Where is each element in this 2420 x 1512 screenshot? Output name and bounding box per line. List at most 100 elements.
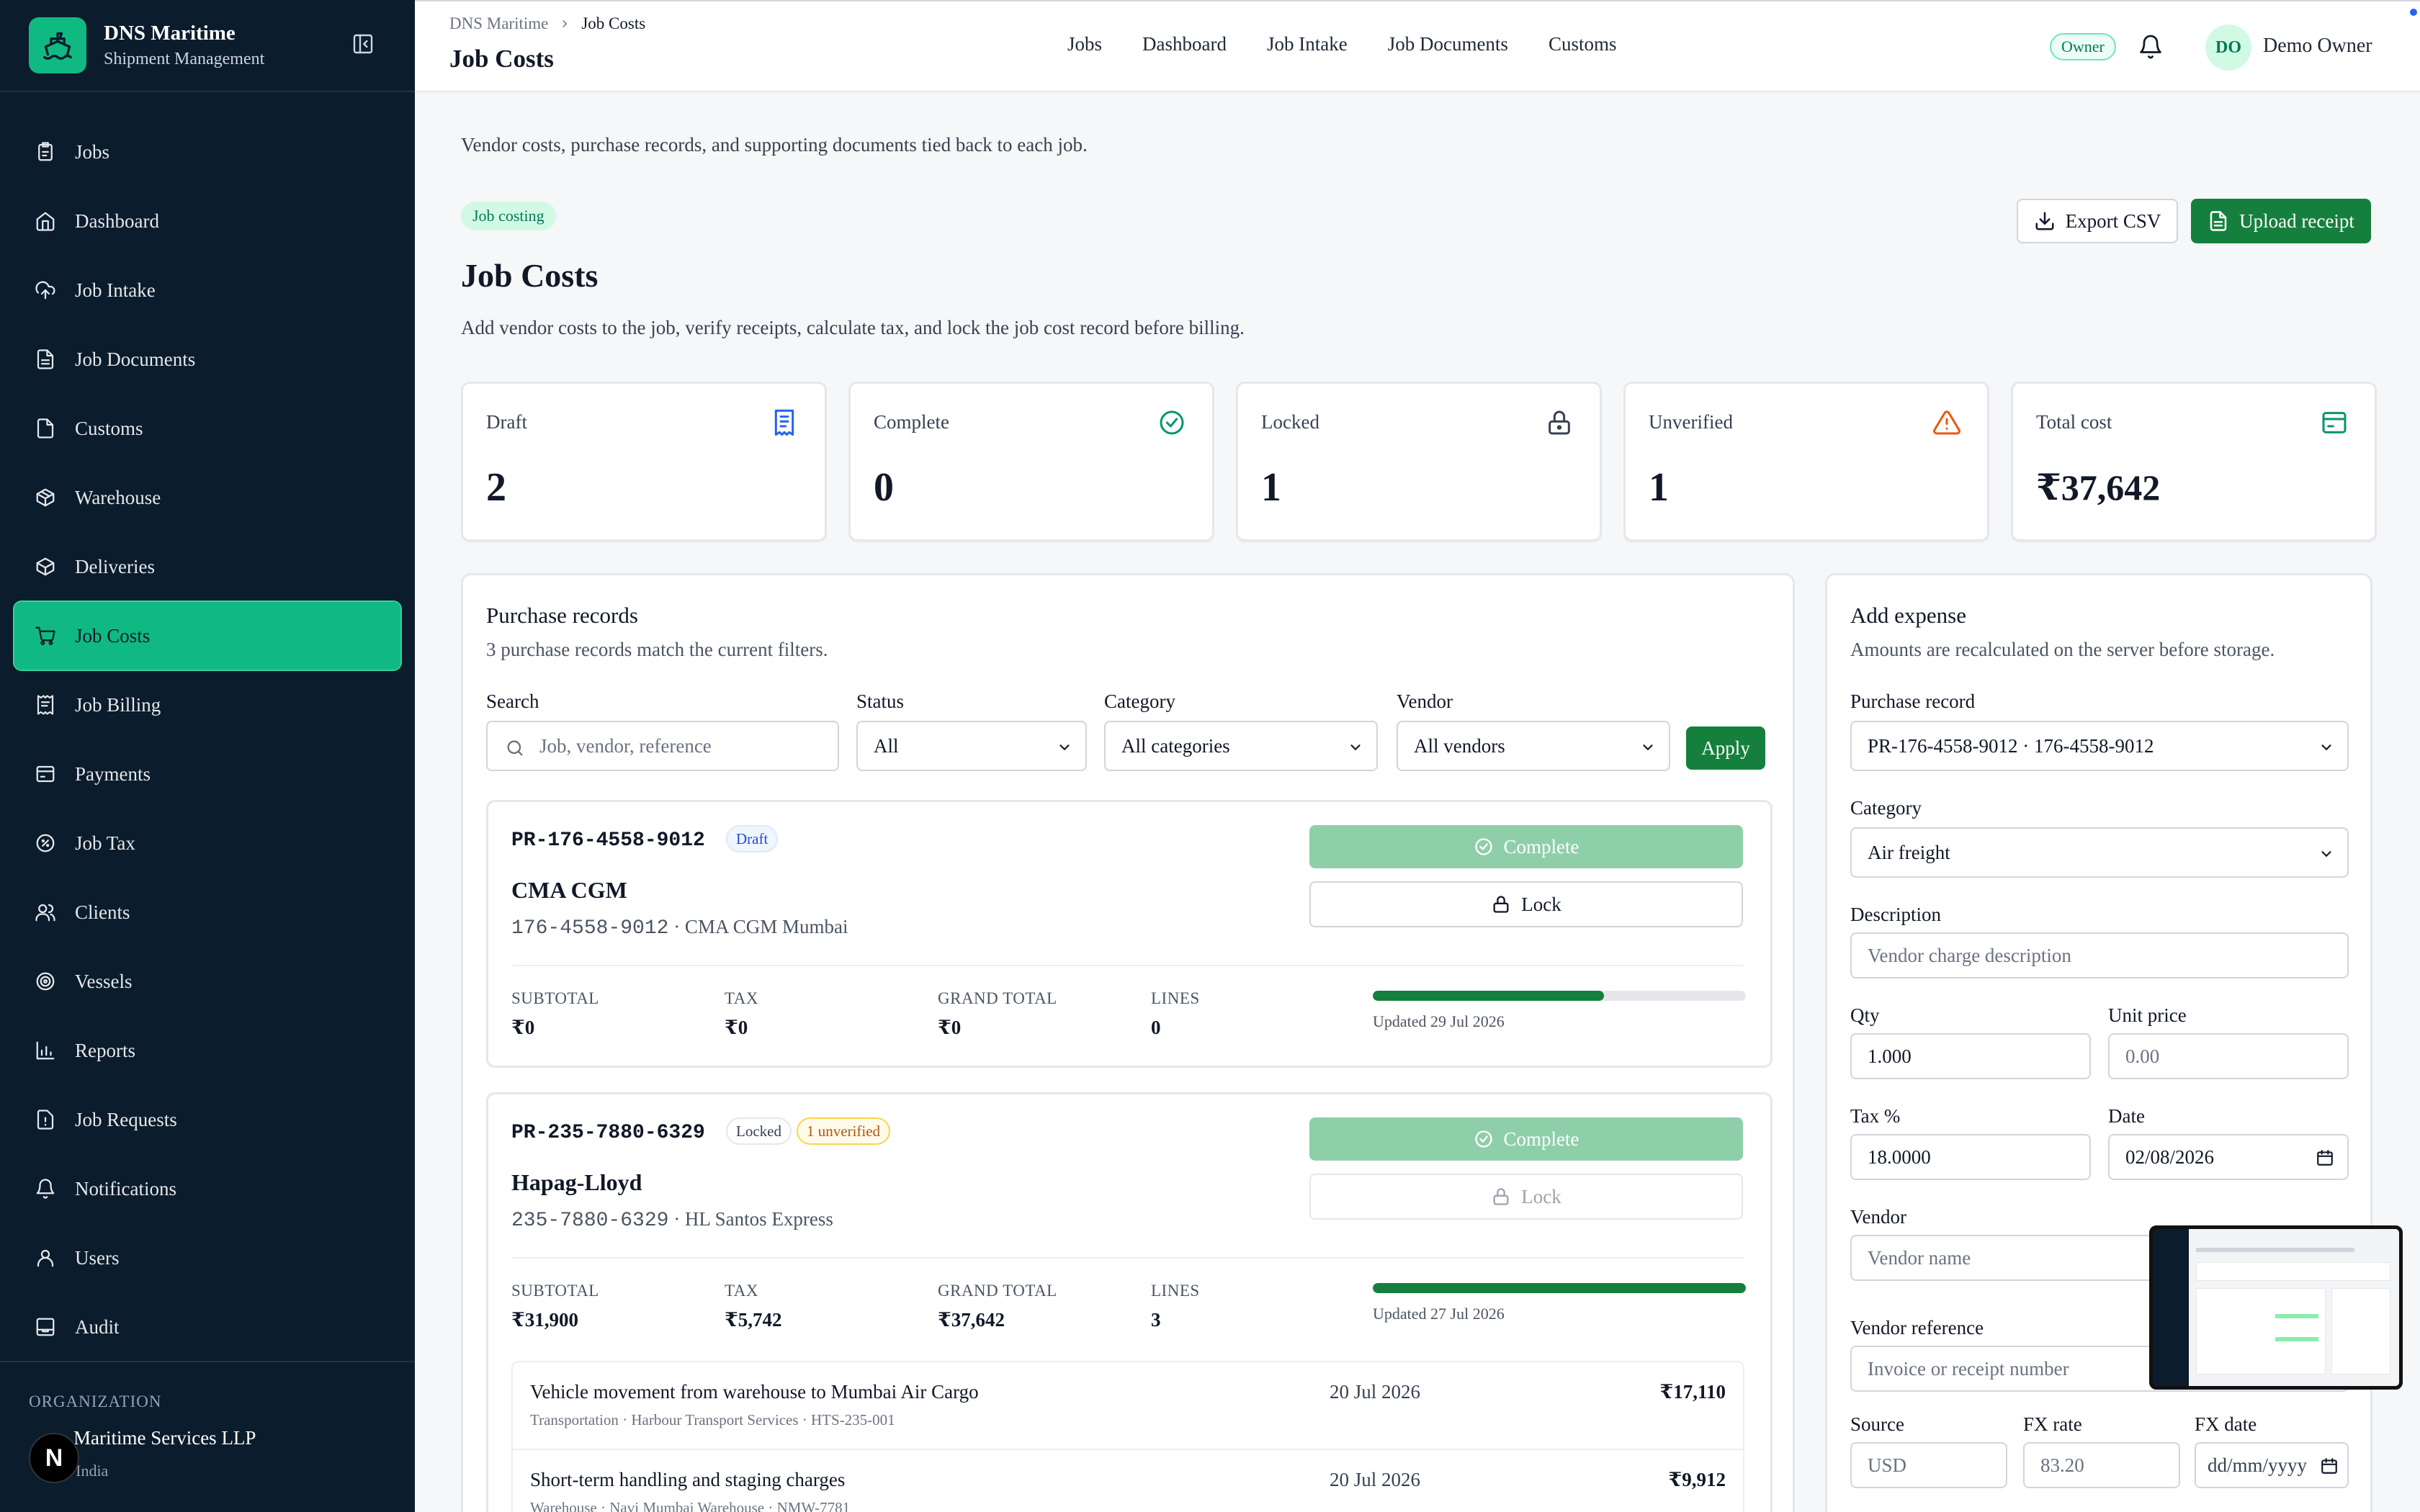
brand-title: DNS Maritime	[104, 22, 236, 45]
sidebar-item-audit[interactable]: Audit	[14, 1293, 400, 1361]
stat-label: Complete	[874, 411, 949, 433]
sidebar-item-clients[interactable]: Clients	[14, 878, 400, 946]
line-item[interactable]: Short-term handling and staging charges …	[513, 1450, 1743, 1512]
lock-icon	[1493, 1188, 1509, 1205]
export-csv-button[interactable]: Export CSV	[2017, 199, 2178, 243]
panel-subtitle: 3 purchase records match the current fil…	[486, 639, 828, 660]
main-content: Vendor costs, purchase records, and supp…	[415, 92, 2420, 1512]
purchase-record-card[interactable]: PR-235-7880-6329 Locked 1 unverified Hap…	[486, 1092, 1773, 1512]
date-input[interactable]: 02/08/2026	[2108, 1134, 2349, 1180]
export-csv-label: Export CSV	[2065, 210, 2161, 232]
users-icon	[35, 904, 55, 922]
search-input[interactable]: Job, vendor, reference	[486, 721, 839, 771]
bell-icon[interactable]	[2138, 33, 2164, 60]
sidebar-item-vessels[interactable]: Vessels	[14, 948, 400, 1015]
main-subtitle: Add vendor costs to the job, verify rece…	[461, 317, 1245, 338]
tax-label: Tax %	[1850, 1105, 1901, 1127]
source-input[interactable]: USD	[1850, 1442, 2007, 1488]
complete-button[interactable]: Complete	[1309, 825, 1743, 868]
user-name[interactable]: Demo Owner	[2263, 35, 2372, 58]
metric-lines: LINES 0	[1151, 989, 1200, 1038]
sidebar: DNS Maritime Shipment Management Jobs Da…	[0, 0, 415, 1512]
sidebar-item-label: Job Costs	[75, 624, 151, 647]
category-select[interactable]: All categories	[1104, 721, 1378, 771]
file-text-icon	[37, 349, 54, 369]
stat-card-draft: Draft 2	[461, 382, 827, 541]
sidebar-item-notifications[interactable]: Notifications	[14, 1155, 400, 1223]
metric-subtotal: SUBTOTAL ₹31,900	[511, 1282, 599, 1331]
sidebar-item-label: Audit	[75, 1315, 120, 1338]
complete-label: Complete	[1503, 1128, 1579, 1150]
sidebar-item-users[interactable]: Users	[14, 1224, 400, 1292]
top-nav-jobs[interactable]: Jobs	[1067, 33, 1102, 55]
sidebar-item-label: Job Billing	[75, 693, 161, 716]
brand-subtitle: Shipment Management	[104, 50, 265, 68]
package-icon	[36, 488, 55, 507]
check-circle-icon	[1474, 838, 1492, 855]
n-badge-icon[interactable]: N	[29, 1433, 79, 1483]
upload-receipt-button[interactable]: Upload receipt	[2191, 199, 2371, 243]
sidebar-item-label: Users	[75, 1246, 120, 1269]
sidebar-item-label: Jobs	[75, 140, 110, 163]
vendor-name: CMA CGM	[511, 877, 627, 903]
fx-date-input[interactable]: dd/mm/yyyy	[2195, 1442, 2349, 1488]
unverified-badge: 1 unverified	[797, 1117, 891, 1145]
sidebar-item-deliveries[interactable]: Deliveries	[14, 533, 400, 600]
sidebar-item-job-intake[interactable]: Job Intake	[14, 256, 400, 324]
receipt-icon	[774, 409, 794, 436]
sidebar-divider	[0, 91, 415, 92]
expense-category-select[interactable]: Air freight	[1850, 827, 2349, 878]
top-nav-dashboard[interactable]: Dashboard	[1142, 33, 1227, 55]
role-badge: Owner	[2050, 33, 2116, 60]
cart-icon	[35, 626, 55, 645]
purchase-record-card[interactable]: PR-176-4558-9012 Draft CMA CGM 176-4558-…	[486, 800, 1773, 1068]
sidebar-item-customs[interactable]: Customs	[14, 395, 400, 462]
sidebar-item-reports[interactable]: Reports	[14, 1017, 400, 1084]
file-icon	[37, 418, 54, 438]
calendar-icon	[2317, 1150, 2333, 1166]
brand[interactable]: DNS Maritime Shipment Management	[29, 17, 264, 73]
screenshot-thumbnail[interactable]	[2149, 1225, 2403, 1390]
thumbnail-main	[2189, 1229, 2399, 1386]
lock-button[interactable]: Lock	[1309, 881, 1743, 927]
purchase-records-panel: Purchase records 3 purchase records matc…	[461, 573, 1795, 1512]
sidebar-item-job-requests[interactable]: Job Requests	[14, 1086, 400, 1153]
top-nav-customs[interactable]: Customs	[1549, 33, 1617, 55]
sidebar-item-job-documents[interactable]: Job Documents	[14, 325, 400, 393]
top-nav-job-intake[interactable]: Job Intake	[1267, 33, 1348, 55]
sidebar-item-job-tax[interactable]: Job Tax	[14, 809, 400, 877]
avatar[interactable]: DO	[2205, 24, 2251, 71]
sidebar-item-job-costs[interactable]: Job Costs	[13, 600, 402, 671]
sidebar-item-warehouse[interactable]: Warehouse	[14, 464, 400, 531]
tax-input[interactable]: 18.0000	[1850, 1134, 2091, 1180]
breadcrumb-root[interactable]: DNS Maritime	[449, 14, 548, 33]
sidebar-item-payments[interactable]: Payments	[14, 740, 400, 808]
sidebar-item-job-billing[interactable]: Job Billing	[14, 671, 400, 739]
line-amount: ₹9,912	[1668, 1469, 1726, 1490]
line-item[interactable]: Vehicle movement from warehouse to Mumba…	[513, 1362, 1743, 1450]
status-dot	[2410, 9, 2417, 16]
sidebar-collapse-icon[interactable]	[351, 32, 375, 55]
sidebar-item-jobs[interactable]: Jobs	[14, 118, 400, 186]
description-input[interactable]: Vendor charge description	[1850, 932, 2349, 978]
sidebar-item-label: Vessels	[75, 970, 133, 992]
sidebar-nav: Jobs Dashboard Job Intake Job Documents …	[13, 118, 402, 1362]
chevron-down-icon	[2321, 744, 2331, 751]
lock-button[interactable]: Lock	[1309, 1174, 1743, 1220]
stat-value: 1	[1649, 465, 1669, 510]
wallet-icon	[2322, 412, 2347, 433]
complete-button[interactable]: Complete	[1309, 1117, 1743, 1161]
purchase-record-select[interactable]: PR-176-4558-9012 · 176-4558-9012	[1850, 721, 2349, 771]
sidebar-item-dashboard[interactable]: Dashboard	[14, 187, 400, 255]
search-placeholder: Job, vendor, reference	[539, 734, 712, 757]
top-nav-job-documents[interactable]: Job Documents	[1388, 33, 1508, 55]
updated-text: Updated 29 Jul 2026	[1373, 1012, 1505, 1030]
vendor-reference-label: Vendor reference	[1850, 1317, 1984, 1338]
fx-rate-input[interactable]: 83.20	[2023, 1442, 2180, 1488]
qty-input[interactable]: 1.000	[1850, 1033, 2091, 1079]
unit-price-input[interactable]: 0.00	[2108, 1033, 2349, 1079]
percent-icon	[36, 834, 55, 852]
status-select[interactable]: All	[856, 721, 1087, 771]
apply-button[interactable]: Apply	[1686, 726, 1765, 770]
vendor-select[interactable]: All vendors	[1397, 721, 1670, 771]
